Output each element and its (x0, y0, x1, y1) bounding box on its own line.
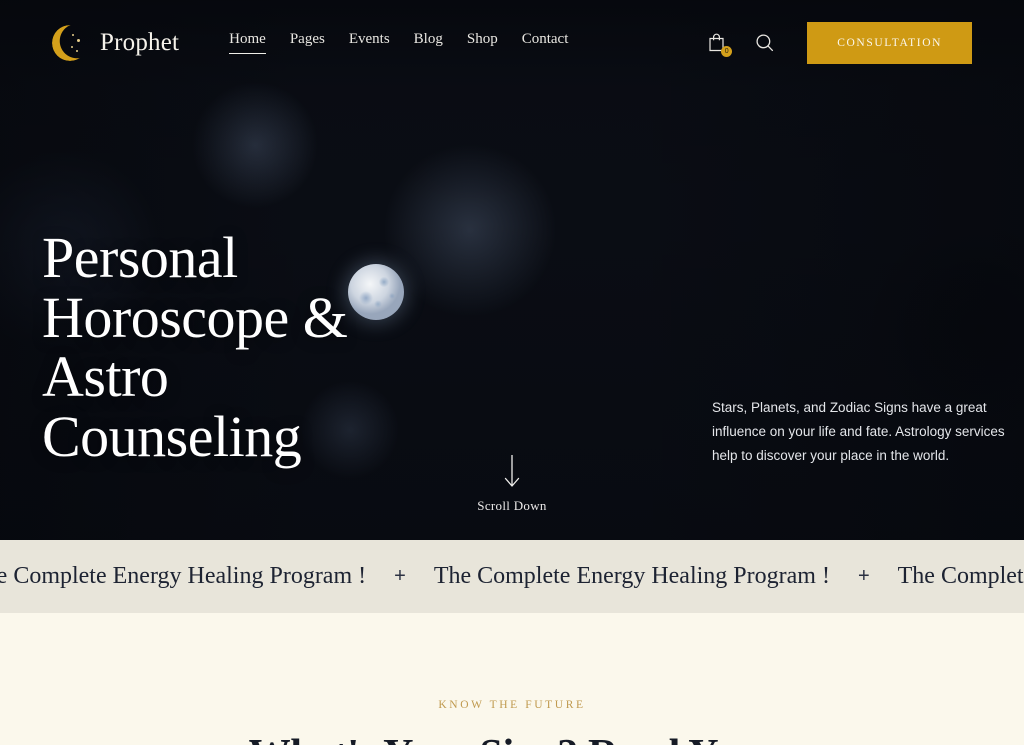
scroll-down-indicator[interactable]: Scroll Down (0, 455, 1024, 514)
hero-section: Prophet Home Pages Events Blog Shop Cont… (0, 0, 1024, 540)
search-icon[interactable] (751, 30, 777, 56)
hero-title-line-3: Astro (42, 344, 169, 410)
header-actions: 0 CONSULTATION (703, 21, 972, 64)
nav-item-events[interactable]: Events (349, 31, 390, 54)
nav-item-shop[interactable]: Shop (467, 31, 498, 54)
marquee-ticker: The Complete Energy Healing Program ! + … (0, 540, 1024, 613)
nav-item-contact[interactable]: Contact (522, 31, 569, 54)
hero-title-line-1: Personal (42, 225, 238, 290)
hero-title-line-2: Horoscope & (42, 284, 348, 350)
hero-title: Personal Horoscope & Astro Counseling (42, 225, 348, 467)
consultation-button[interactable]: CONSULTATION (807, 21, 972, 64)
ticker-item: The Complete Energy Healing Program ! (0, 563, 367, 589)
marquee-track: The Complete Energy Healing Program ! + … (0, 563, 1024, 590)
shopping-bag-icon[interactable]: 0 (703, 30, 733, 57)
site-header: Prophet Home Pages Events Blog Shop Cont… (0, 0, 1024, 85)
main-navigation: Home Pages Events Blog Shop Contact (229, 31, 568, 54)
brand-logo[interactable]: Prophet (52, 24, 180, 61)
section-title: What's Your Sign? Read Your (0, 731, 1024, 745)
ticker-separator-icon: + (857, 565, 870, 587)
nav-item-blog[interactable]: Blog (414, 31, 443, 54)
brand-name: Prophet (100, 28, 180, 56)
arrow-down-icon (504, 455, 520, 487)
know-the-future-section: KNOW THE FUTURE What's Your Sign? Read Y… (0, 613, 1024, 745)
ticker-item: The Complete Energy Healing Program ! (433, 563, 830, 589)
section-eyebrow: KNOW THE FUTURE (438, 699, 586, 711)
ticker-separator-icon: + (394, 565, 406, 587)
ticker-item: The Complete Energy Healing Program ! (897, 563, 1024, 589)
crescent-moon-icon (52, 24, 88, 61)
scroll-down-label: Scroll Down (477, 498, 547, 513)
full-moon-image (348, 264, 404, 320)
cart-count-badge: 0 (721, 45, 733, 57)
nav-item-home[interactable]: Home (229, 31, 266, 54)
nav-item-pages[interactable]: Pages (290, 31, 325, 54)
